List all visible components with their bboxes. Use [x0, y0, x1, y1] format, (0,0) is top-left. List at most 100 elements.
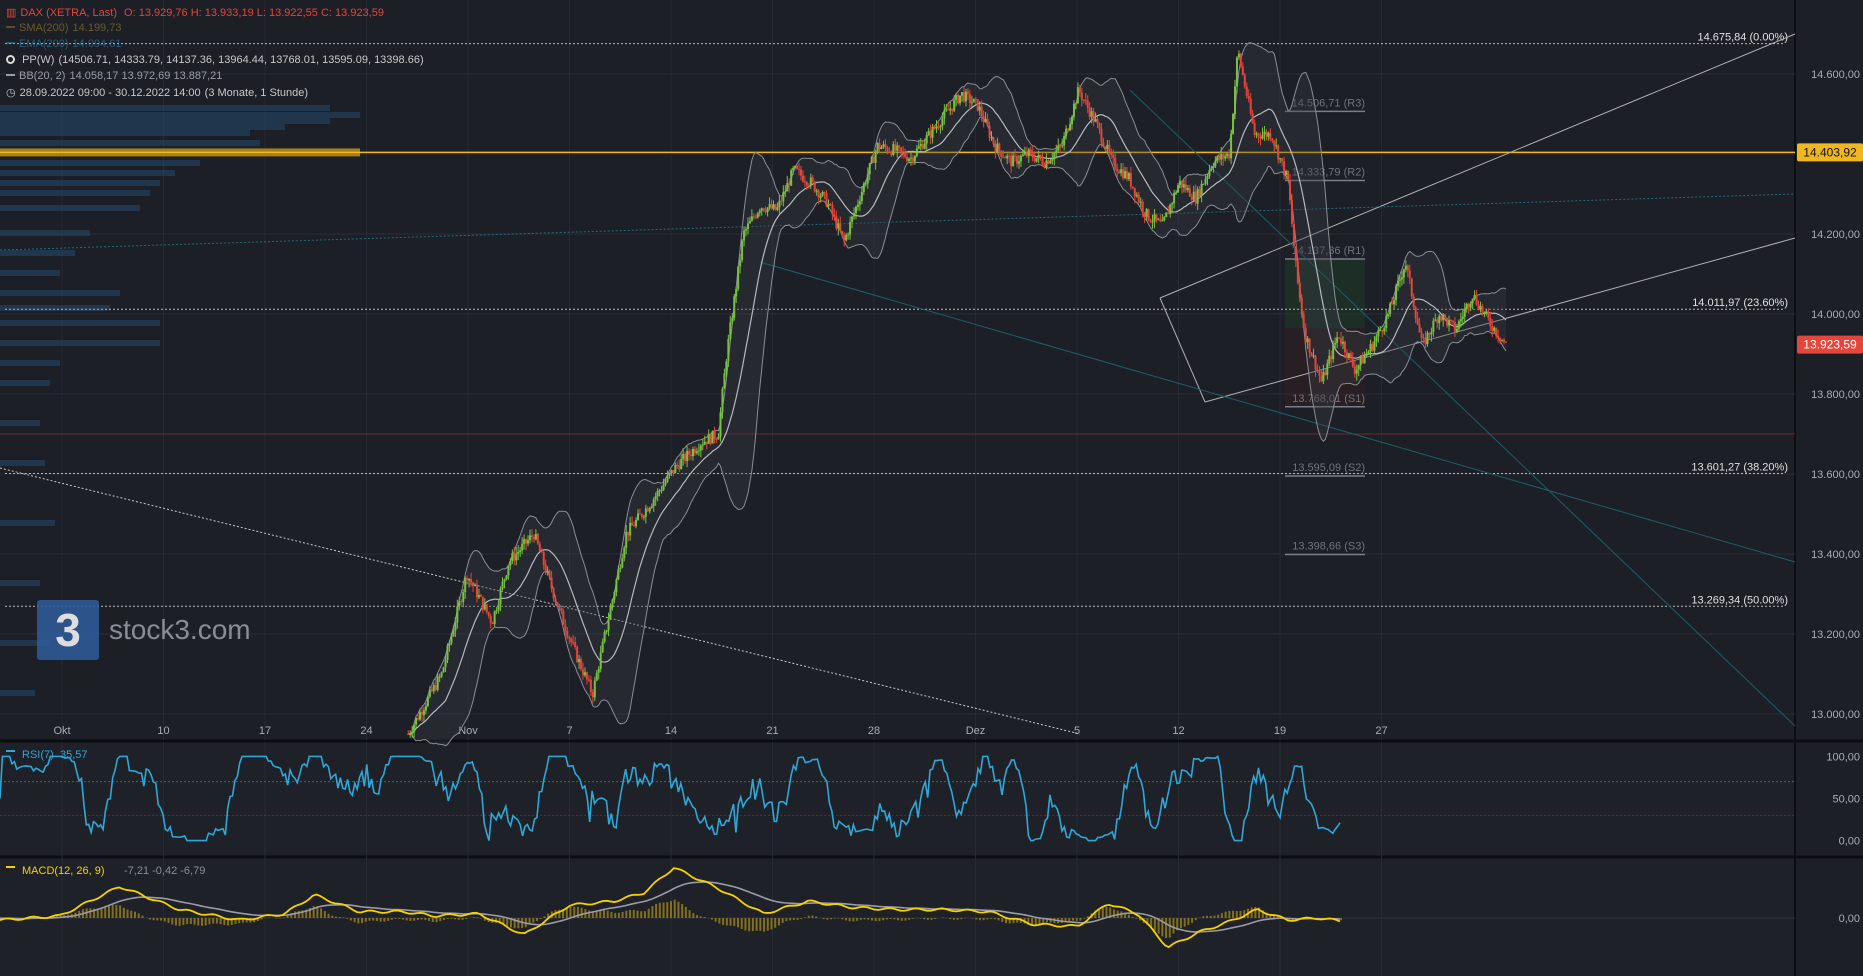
macd-histogram-bar [926, 918, 929, 920]
candle [1153, 214, 1156, 222]
legend-pp: PP(W) (14506.71, 14333.79, 14137.36, 1396… [6, 54, 428, 66]
candle [1055, 150, 1058, 154]
macd-histogram-bar [900, 918, 903, 921]
macd-histogram-bar [1038, 918, 1041, 925]
candle [959, 95, 962, 104]
candle [562, 611, 565, 625]
candle [638, 513, 641, 515]
candle [900, 147, 903, 152]
candle [1457, 321, 1460, 329]
macd-histogram-bar [1217, 914, 1220, 918]
macd-histogram-bar [1075, 918, 1078, 921]
candle [780, 200, 783, 202]
candle [896, 145, 899, 151]
candle [654, 496, 657, 500]
candle [1012, 155, 1015, 167]
candle [976, 99, 979, 111]
candle [1008, 155, 1011, 157]
candle [430, 689, 433, 692]
macd-histogram-bar [476, 917, 479, 918]
candle [1349, 353, 1352, 358]
dax-chart[interactable]: 14.600,0014.400,0014.200,0014.000,0013.8… [0, 0, 1863, 976]
candle [1061, 145, 1064, 147]
candle [1316, 369, 1319, 371]
candle [1267, 132, 1270, 137]
candle [623, 547, 626, 559]
candle [888, 151, 891, 153]
candle [794, 165, 797, 168]
candle [1102, 142, 1105, 147]
macd-histogram-bar [435, 918, 438, 923]
macd-histogram-bar [647, 908, 650, 918]
candle [923, 143, 926, 149]
candle [509, 560, 512, 566]
candle [1045, 160, 1048, 168]
candle [1503, 339, 1506, 342]
candle [1357, 365, 1360, 370]
candle [613, 592, 616, 600]
candle [988, 125, 991, 138]
candle [1285, 170, 1288, 176]
candle [1292, 224, 1295, 247]
candle [1402, 269, 1405, 278]
macd-histogram-bar [603, 910, 605, 918]
candle [788, 182, 791, 186]
candle [941, 118, 944, 127]
fib-level-label: 14.011,97 (23.60%) [1692, 297, 1788, 309]
candle [919, 144, 922, 147]
macd-histogram-bar [1127, 914, 1130, 918]
candle [1322, 371, 1325, 382]
candle [1420, 332, 1423, 338]
x-tick-label: Okt [53, 725, 70, 737]
candle [1467, 303, 1470, 308]
candle [1004, 157, 1007, 159]
candle [1371, 344, 1374, 351]
candle [633, 525, 636, 527]
candle [913, 156, 916, 162]
candle [951, 108, 954, 111]
volume-profile-bar [0, 270, 60, 276]
candle [1237, 53, 1240, 58]
x-tick-label: 17 [259, 725, 271, 737]
macd-histogram-bar [89, 908, 92, 918]
candle [409, 733, 412, 735]
candle [752, 216, 755, 218]
candle [517, 552, 520, 554]
candle [627, 531, 630, 536]
candle [489, 615, 492, 623]
candle [1070, 116, 1073, 125]
macd-histogram-bar [126, 909, 129, 918]
candle [511, 553, 514, 561]
candle [662, 484, 665, 491]
candle [413, 724, 416, 733]
candle [1239, 53, 1242, 67]
candle [817, 190, 820, 198]
candle [1151, 221, 1154, 223]
candle [974, 98, 977, 100]
candle [674, 464, 677, 473]
volume-profile-bar [0, 320, 160, 326]
candle [1186, 187, 1189, 191]
candle [1074, 103, 1077, 105]
candle [585, 672, 588, 680]
candle [1112, 154, 1115, 158]
candle [611, 599, 614, 608]
candle [1298, 283, 1301, 298]
candle [1459, 319, 1462, 322]
candle [1436, 319, 1439, 324]
macd-histogram-bar [409, 918, 412, 921]
macd-histogram-bar [759, 918, 762, 931]
candle [1232, 114, 1235, 134]
macd-histogram-bar [379, 918, 382, 922]
volume-profile-bar [0, 160, 200, 166]
candle [880, 147, 883, 150]
candle [1428, 332, 1431, 335]
candle [1222, 154, 1225, 159]
candle [1067, 128, 1070, 131]
candle [1408, 270, 1411, 279]
y-tick-label: 13.400,00 [1811, 549, 1860, 561]
candle [568, 637, 571, 639]
volume-profile-bar [0, 460, 45, 466]
volume-profile-bar [0, 580, 40, 586]
candle [1253, 123, 1256, 135]
